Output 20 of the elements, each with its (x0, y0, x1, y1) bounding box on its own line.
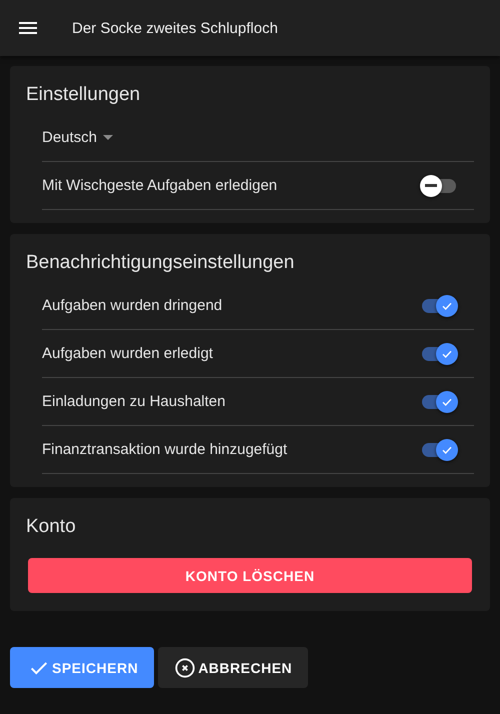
setting-label: Aufgaben wurden dringend (42, 297, 222, 314)
language-dropdown[interactable]: Deutsch (42, 129, 114, 146)
setting-label: Aufgaben wurden erledigt (42, 345, 213, 362)
cancel-button[interactable]: ABBRECHEN (158, 647, 308, 688)
setting-label: Finanztransaktion wurde hinzugefügt (42, 441, 288, 458)
toggle-switch[interactable] (420, 294, 458, 318)
setting-label: Mit Wischgeste Aufgaben erledigen (42, 177, 278, 194)
card-title: Konto (26, 515, 77, 539)
app-title: Der Socke zweites Schlupfloch (72, 20, 278, 36)
toggle-switch[interactable] (420, 390, 458, 414)
close-icon (174, 656, 196, 678)
setting-label: Einladungen zu Haushalten (42, 393, 226, 410)
toggle-switch[interactable] (420, 438, 458, 462)
minus-icon (425, 184, 437, 187)
menu-icon[interactable] (18, 21, 38, 35)
toggle-switch[interactable] (420, 342, 458, 366)
card-title: Einstellungen (26, 83, 142, 107)
toggle-switch[interactable] (420, 174, 458, 198)
card-title: Benachrichtigungseinstellungen (26, 251, 296, 275)
caret-icon (103, 135, 114, 140)
